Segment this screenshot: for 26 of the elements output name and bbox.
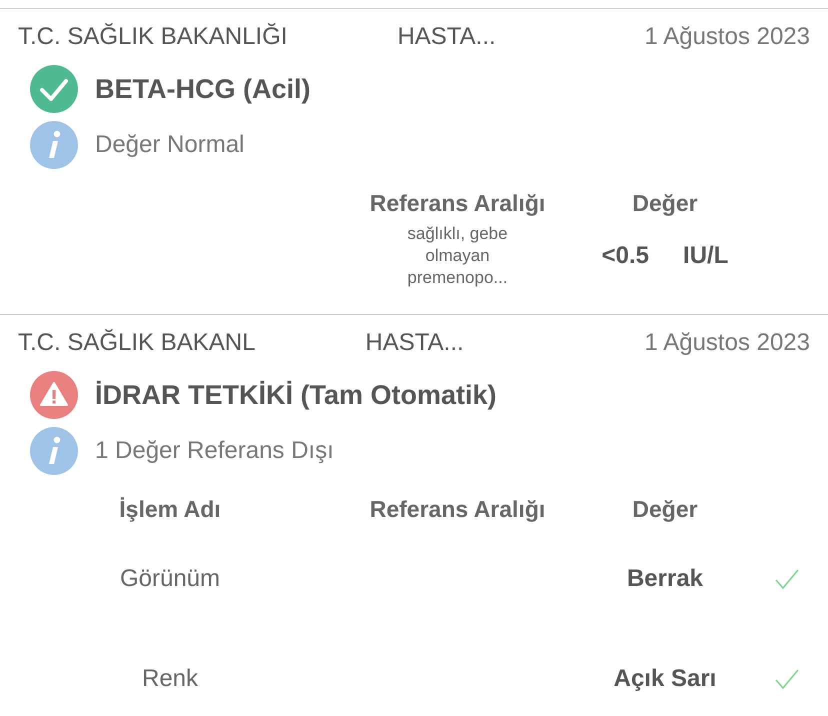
column-header: Değer (631, 188, 699, 218)
table-cell-text: sağlıklı, gebe olmayan premenopo... (406, 223, 509, 289)
table-cell-text: IU/L (683, 241, 728, 271)
table-cell-text: <0.5 (602, 241, 650, 271)
institution-name: HASTA... (365, 328, 464, 358)
result-date: 1 Ağustos 2023 (644, 22, 810, 52)
institution-name: HASTA... (397, 22, 496, 52)
institution-name: T.C. SAĞLIK BAKANL (18, 328, 256, 358)
result-date: 1 Ağustos 2023 (644, 328, 810, 358)
test-title: BETA-HCG (Acil) (95, 72, 310, 106)
institution-name: T.C. SAĞLIK BAKANLIĞI (18, 22, 288, 52)
column-header: İşlem Adı (118, 494, 222, 524)
test-title: İDRAR TETKİKİ (Tam Otomatik) (95, 378, 497, 412)
info-icon (30, 427, 78, 475)
table-cell-text: Açık Sarı (614, 664, 716, 694)
info-icon (30, 121, 78, 169)
result-card[interactable]: T.C. SAĞLIK BAKANL HASTA... 1 Ağustos 2023 İDRAR TETKİKİ (Tam Otomatik) 1 Değer Referans Dışı İşlem Adı Referans Aralığı Değer Görünüm Berrak Renk Açık Sarı (0, 314, 828, 716)
column-header: Değer (631, 494, 699, 524)
result-card[interactable]: T.C. SAĞLIK BAKANLIĞI HASTA... 1 Ağustos 2023 BETA-HCG (Acil) Değer Normal Referans Aralığı Değer sağlıklı, gebe olmayan premenopo... <0.5 IU/L (0, 8, 828, 314)
result-summary: Değer Normal (95, 130, 244, 160)
table-cell-text: Renk (140, 664, 200, 694)
column-header: Referans Aralığı (368, 494, 546, 524)
table-cell-text: Görünüm (118, 564, 222, 594)
table-cell-text: Berrak (626, 564, 704, 594)
result-summary: 1 Değer Referans Dışı (95, 436, 334, 466)
column-header: Referans Aralığı (368, 188, 546, 218)
